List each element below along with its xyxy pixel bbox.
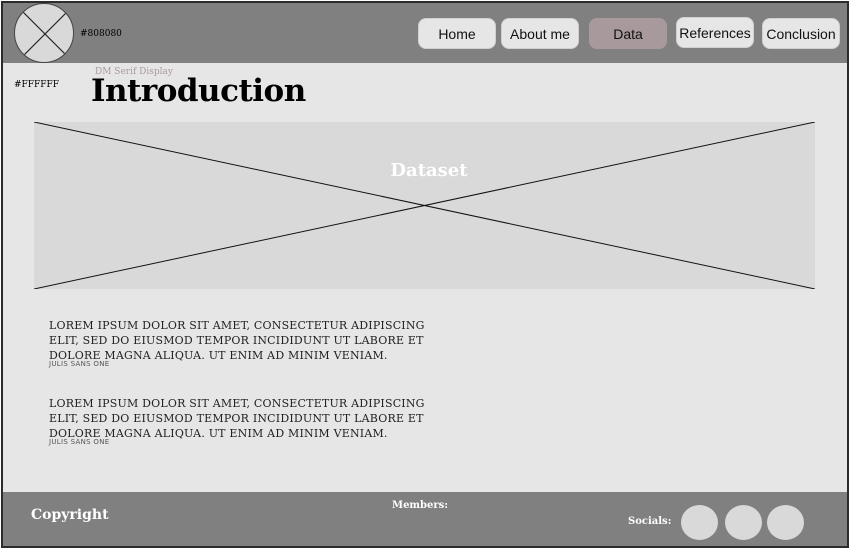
social-link-2-icon[interactable] (725, 505, 762, 540)
page-title: Introduction (91, 73, 306, 109)
image-placeholder-icon (34, 122, 815, 289)
copyright-text: Copyright (31, 507, 109, 523)
body-color-label: #FFFFFF (14, 80, 60, 90)
nav-conclusion-button[interactable]: Conclusion (762, 18, 840, 49)
nav-about-button[interactable]: About me (501, 18, 579, 49)
logo-placeholder[interactable] (14, 3, 74, 63)
dataset-label: Dataset (390, 160, 468, 181)
logo-placeholder-icon (22, 11, 68, 57)
members-label: Members: (392, 500, 448, 511)
nav-home-button[interactable]: Home (418, 18, 496, 49)
paragraph-1-font-label: Julis Sans One (49, 360, 110, 368)
socials-label: Socials: (628, 516, 672, 527)
intro-paragraph-1: Lorem ipsum dolor sit amet, consectetur … (49, 319, 425, 362)
nav-references-button[interactable]: References (676, 17, 754, 48)
social-link-1-icon[interactable] (681, 505, 718, 540)
header-bar: #808080 Home About me Data References Co… (3, 3, 847, 63)
dataset-image-placeholder: Dataset (34, 122, 815, 289)
page-frame: #808080 Home About me Data References Co… (1, 1, 849, 548)
paragraph-2-font-label: Julis Sans One (49, 438, 110, 446)
header-color-label: #808080 (80, 29, 122, 39)
footer-bar: Copyright Members: Socials: (3, 492, 847, 546)
social-link-3-icon[interactable] (767, 505, 804, 540)
nav-data-button[interactable]: Data (589, 18, 667, 49)
intro-paragraph-2: Lorem ipsum dolor sit amet, consectetur … (49, 397, 425, 440)
